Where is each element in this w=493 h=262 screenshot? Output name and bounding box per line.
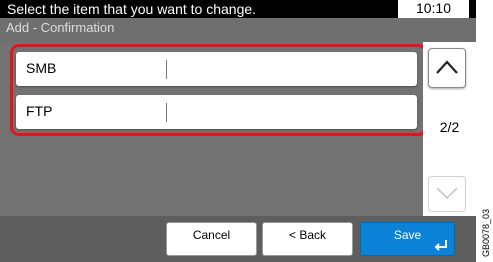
chevron-up-icon [436, 60, 458, 74]
instruction-message: Select the item that you want to change. [7, 1, 257, 17]
save-button[interactable]: Save [360, 222, 455, 256]
chevron-down-icon [436, 187, 458, 200]
device-screen: Select the item that you want to change.… [0, 0, 476, 262]
clock: 10:10 [398, 0, 469, 18]
save-label: Save [393, 228, 422, 242]
scroll-up-button[interactable] [428, 48, 466, 88]
enter-icon [434, 240, 447, 251]
screen-title: Add - Confirmation [6, 20, 115, 35]
page-indicator: 2/2 [439, 119, 460, 135]
scroll-down-button[interactable] [428, 176, 466, 212]
cancel-button[interactable]: Cancel [166, 222, 257, 256]
message-bar: Select the item that you want to change.… [0, 0, 476, 18]
screen-title-bar: Add - Confirmation [0, 18, 476, 42]
selection-highlight [10, 44, 427, 136]
back-button[interactable]: < Back [262, 222, 353, 256]
figure-code-text: GB0078_03 [481, 208, 491, 257]
figure-code: GB0078_03 [478, 200, 492, 260]
